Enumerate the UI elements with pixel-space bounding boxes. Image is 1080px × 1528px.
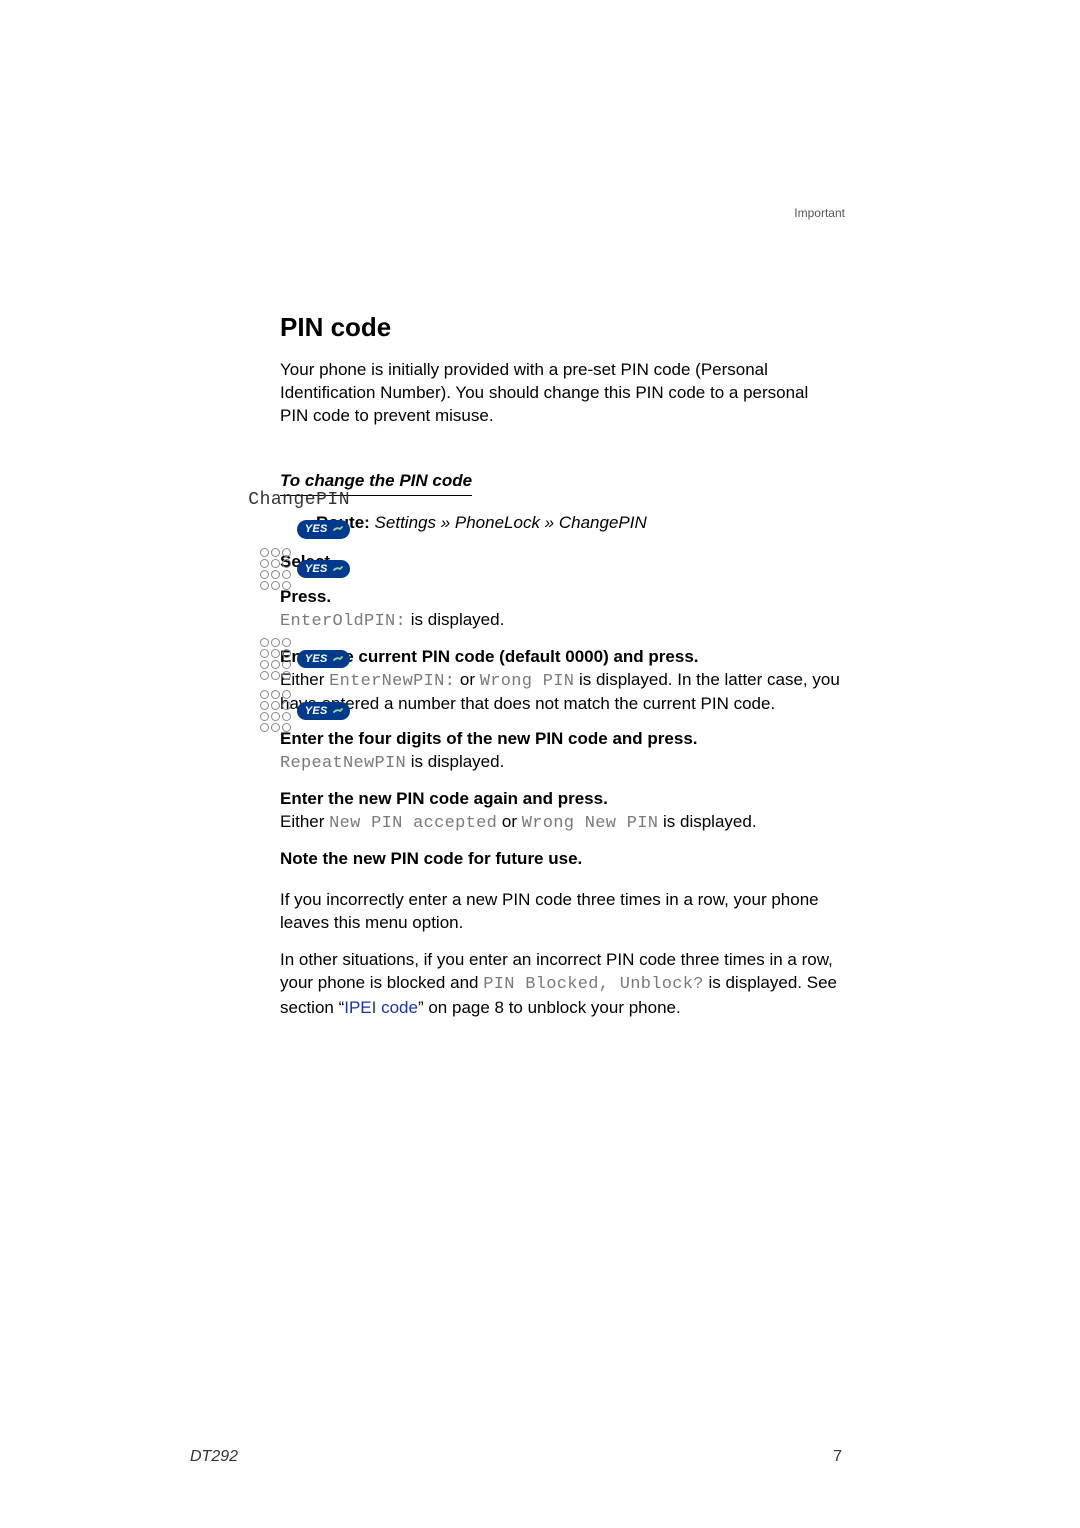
route-line: Route: Settings » PhoneLock » ChangePIN <box>316 512 840 535</box>
page: Important ChangePIN YES YES <box>0 0 1080 1528</box>
yes-button-icon: YES <box>297 560 350 579</box>
footer-page-number: 7 <box>833 1446 842 1468</box>
para-other-situations: In other situations, if you enter an inc… <box>280 949 840 1020</box>
footer: DT292 7 <box>190 1446 842 1468</box>
yes-button-icon: YES <box>297 520 350 539</box>
keypad-icon <box>260 638 291 680</box>
ipei-code-link[interactable]: IPEI code <box>344 998 418 1017</box>
margin-yes-button-1: YES <box>190 516 350 539</box>
note-future-use: Note the new PIN code for future use. <box>280 848 840 871</box>
display-wrongnewpin: Wrong New PIN <box>522 814 659 833</box>
footer-model: DT292 <box>190 1446 238 1468</box>
step-enter-current: Enter the current PIN code (default 0000… <box>280 646 840 717</box>
yes-button-icon: YES <box>297 702 350 721</box>
keypad-icon <box>260 548 291 590</box>
margin-changepin-label: ChangePIN <box>190 488 350 512</box>
step-enter-four: Enter the four digits of the new PIN cod… <box>280 728 840 776</box>
display-pinblocked: PIN Blocked, Unblock? <box>483 975 704 994</box>
display-enteroldpin: EnterOldPIN: <box>280 612 406 631</box>
display-wrongpin: Wrong PIN <box>480 672 575 691</box>
margin-keypad-yes-1: YES <box>190 548 350 590</box>
yes-button-icon: YES <box>297 650 350 669</box>
keypad-icon <box>260 690 291 732</box>
display-repeatnewpin: RepeatNewPIN <box>280 754 406 773</box>
page-title: PIN code <box>280 310 840 345</box>
header-section-label: Important <box>794 205 845 221</box>
step-press: Press. EnterOldPIN: is displayed. <box>280 586 840 634</box>
margin-keypad-yes-2: YES <box>190 638 350 680</box>
route-path: Settings » PhoneLock » ChangePIN <box>370 513 647 532</box>
intro-paragraph: Your phone is initially provided with a … <box>280 359 840 428</box>
step-enter-again: Enter the new PIN code again and press. … <box>280 788 840 836</box>
main-content: PIN code Your phone is initially provide… <box>280 310 840 1020</box>
margin-keypad-yes-3: YES <box>190 690 350 732</box>
step-select: Select. <box>280 551 840 574</box>
display-newpinaccepted: New PIN accepted <box>329 814 497 833</box>
para-incorrect-entry: If you incorrectly enter a new PIN code … <box>280 889 840 935</box>
